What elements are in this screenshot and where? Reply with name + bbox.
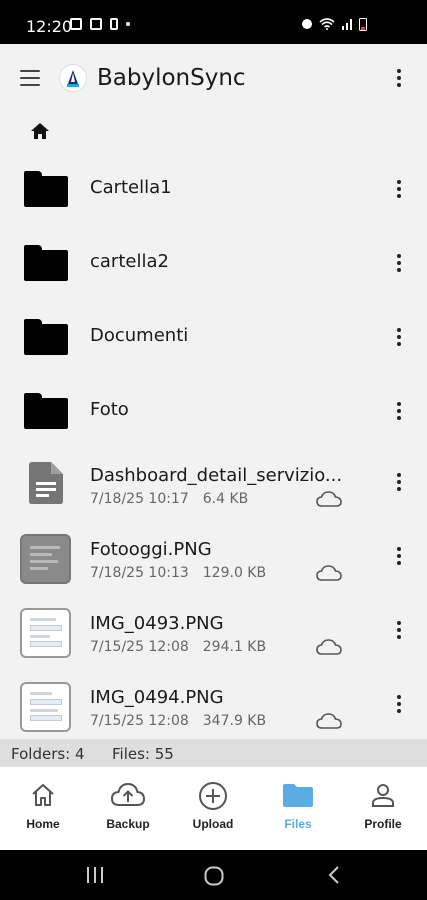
summary-bar: Folders: 4 Files: 55 [0,739,427,767]
row-more-options-icon[interactable] [387,325,411,349]
battery-icon [359,18,367,31]
gallery-notification-icon [70,18,82,30]
system-navigation-bar [0,850,427,900]
nav-label: Upload [192,817,234,831]
file-date: 7/18/25 10:17 [90,491,189,507]
file-list: Cartella1 cartella2 Documenti Foto Dashb… [0,152,427,744]
cloud-icon [316,639,342,655]
folder-icon [24,245,68,281]
app-notification-icon [90,18,102,30]
file-meta: 7/15/25 12:08 294.1 KB [90,639,266,655]
signal-icon [342,19,352,30]
row-more-options-icon[interactable] [387,618,411,642]
nav-label: Home [26,817,60,831]
app-bar: BabylonSync [0,44,427,112]
file-meta: 7/18/25 10:13 129.0 KB [90,565,266,581]
file-row[interactable]: Dashboard_detail_servizio... 7/18/25 10:… [0,448,427,522]
file-size: 6.4 KB [202,491,249,507]
row-more-options-icon[interactable] [387,177,411,201]
cloud-icon [316,565,342,581]
file-date: 7/15/25 12:08 [90,639,189,655]
alarm-icon [302,19,312,29]
nav-upload[interactable]: Upload [173,781,253,831]
home-outline-icon [32,784,54,806]
folder-row[interactable]: Foto [0,374,427,448]
row-more-options-icon[interactable] [387,692,411,716]
folder-name: Foto [90,399,129,420]
cloud-icon [316,713,342,729]
file-meta: 7/15/25 12:08 347.9 KB [90,713,266,729]
file-date: 7/15/25 12:08 [90,713,189,729]
row-more-options-icon[interactable] [387,470,411,494]
folder-row[interactable]: cartella2 [0,226,427,300]
folder-icon [283,784,313,807]
breadcrumb-home-icon[interactable] [30,121,50,141]
add-circle-icon [199,782,227,810]
file-date: 7/18/25 10:13 [90,565,189,581]
folder-name: Cartella1 [90,177,172,198]
file-row[interactable]: IMG_0494.PNG 7/15/25 12:08 347.9 KB [0,670,427,744]
nav-label: Backup [106,817,150,831]
wifi-icon [319,18,335,30]
row-more-options-icon[interactable] [387,544,411,568]
document-icon [29,462,63,504]
more-options-icon[interactable] [387,66,411,90]
back-icon[interactable] [327,866,341,884]
system-status-icons [301,17,367,31]
bottom-navigation: Home Backup Upload Files Profile [0,767,427,850]
nav-label: Profile [364,817,402,831]
notification-icons [70,18,130,30]
file-meta: 7/18/25 10:17 6.4 KB [90,491,248,507]
cloud-upload-icon [110,782,146,806]
image-thumbnail [20,608,71,658]
file-size: 294.1 KB [202,639,267,655]
nav-backup[interactable]: Backup [88,781,168,831]
recent-apps-icon[interactable] [86,867,104,883]
file-name: Dashboard_detail_servizio... [90,465,343,486]
folder-icon [24,319,68,355]
folder-row[interactable]: Documenti [0,300,427,374]
nav-label: Files [284,817,312,831]
image-thumbnail [20,534,71,584]
status-bar: 12:20 [0,0,427,44]
cloud-icon [316,491,342,507]
file-row[interactable]: IMG_0493.PNG 7/15/25 12:08 294.1 KB [0,596,427,670]
nav-files[interactable]: Files [258,781,338,831]
folder-name: cartella2 [90,251,169,272]
nav-home[interactable]: Home [3,781,83,831]
folder-icon [24,171,68,207]
image-thumbnail [20,682,71,732]
file-size: 129.0 KB [202,565,267,581]
app-logo [59,64,87,92]
file-name: Fotooggi.PNG [90,539,212,560]
nav-profile[interactable]: Profile [343,781,423,831]
hamburger-menu-icon[interactable] [20,70,40,86]
person-icon [372,784,394,807]
folder-row[interactable]: Cartella1 [0,152,427,226]
file-name: IMG_0493.PNG [90,613,224,634]
row-more-options-icon[interactable] [387,251,411,275]
row-more-options-icon[interactable] [387,399,411,423]
file-size: 347.9 KB [202,713,267,729]
folder-name: Documenti [90,325,189,346]
folders-count: Folders: 4 [11,745,85,763]
more-notifications-icon [126,22,130,26]
file-name: IMG_0494.PNG [90,687,224,708]
app-screen: BabylonSync Cartella1 cartella2 Document… [0,44,427,850]
file-row[interactable]: Fotooggi.PNG 7/18/25 10:13 129.0 KB [0,522,427,596]
files-count: Files: 55 [112,745,174,763]
phone-notification-icon [110,18,118,30]
home-button-icon[interactable] [204,866,224,886]
status-time: 12:20 [26,17,73,36]
folder-icon [24,393,68,429]
app-title: BabylonSync [97,65,246,91]
